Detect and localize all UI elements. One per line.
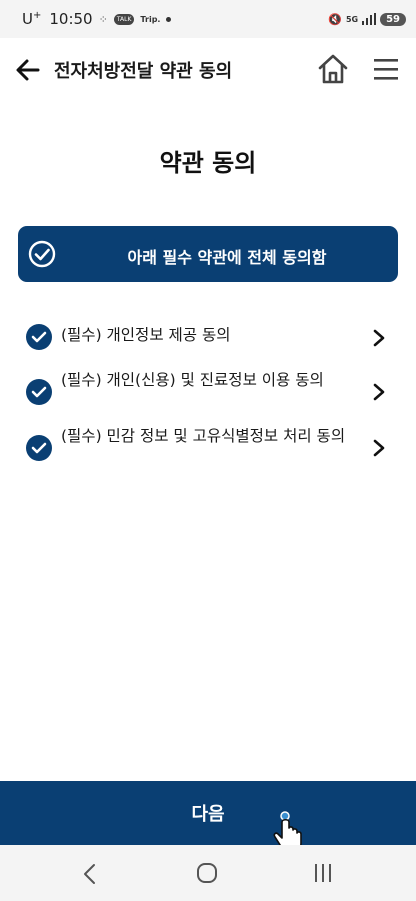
system-nav-bar [0, 845, 416, 901]
page-title: 약관 동의 [159, 149, 257, 177]
trip-notification-icon: Trip. [140, 14, 161, 24]
nav-back-icon[interactable] [82, 863, 98, 885]
home-button[interactable] [316, 52, 350, 86]
carrier-label: U+ [22, 10, 42, 28]
agree-all-button[interactable]: 아래 필수 약관에 전체 동의함 [18, 226, 398, 282]
term-checkbox[interactable] [26, 435, 52, 461]
nav-home-icon[interactable] [196, 862, 218, 884]
mute-icon: 🔇 [328, 12, 342, 26]
home-icon [318, 54, 348, 84]
check-icon [31, 331, 47, 343]
chevron-right-icon[interactable] [372, 383, 386, 401]
check-circle-icon [28, 240, 56, 268]
next-button[interactable]: 다음 [0, 781, 416, 845]
status-left: U+ 10:50 ⁘ TALK Trip. [22, 10, 172, 28]
next-button-label: 다음 [191, 804, 225, 825]
battery-indicator: 59 [380, 12, 406, 26]
status-bar: U+ 10:50 ⁘ TALK Trip. 🔇 5G 59 [0, 0, 416, 38]
notification-grid-icon: ⁘ [98, 12, 108, 26]
nav-recent-apps-icon[interactable] [313, 863, 333, 883]
menu-button[interactable] [372, 56, 400, 82]
term-label: (필수) 개인(신용) 및 진료정보 이용 동의 [61, 371, 324, 389]
chevron-right-icon[interactable] [372, 439, 386, 457]
signal-strength-icon [362, 13, 377, 25]
talk-notification-icon: TALK [113, 13, 135, 25]
header-title: 전자처방전달 약관 동의 [54, 61, 233, 82]
more-notifications-dot-icon [166, 16, 172, 22]
agree-all-label: 아래 필수 약관에 전체 동의함 [127, 248, 327, 267]
term-label: (필수) 개인정보 제공 동의 [61, 326, 231, 344]
status-right: 🔇 5G 59 [328, 12, 406, 26]
back-button[interactable] [14, 56, 42, 84]
signal-5g-label: 5G [345, 14, 359, 24]
term-checkbox[interactable] [26, 379, 52, 405]
chevron-right-icon[interactable] [372, 329, 386, 347]
hamburger-menu-icon [374, 59, 398, 80]
term-checkbox[interactable] [26, 324, 52, 350]
app-header: 전자처방전달 약관 동의 [0, 38, 416, 102]
check-icon [31, 386, 47, 398]
term-label: (필수) 민감 정보 및 고유식별정보 처리 동의 [61, 427, 346, 445]
status-time: 10:50 [49, 10, 93, 28]
back-arrow-icon [16, 59, 40, 81]
check-icon [31, 442, 47, 454]
